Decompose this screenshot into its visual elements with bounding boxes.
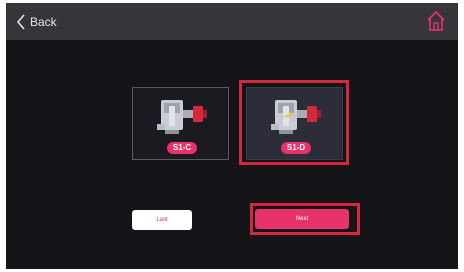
option-label-s1-c: S1-C — [167, 142, 197, 154]
last-button[interactable]: Last — [132, 210, 192, 230]
key-machine-s1-d-image — [269, 94, 325, 143]
home-icon — [426, 10, 446, 32]
home-button[interactable] — [426, 10, 446, 32]
app-screen: Back S1-C S1-D Last Next — [6, 3, 458, 269]
option-card-s1-c[interactable]: S1-C — [132, 87, 229, 160]
chevron-left-icon — [16, 14, 26, 30]
top-bar: Back — [6, 3, 458, 40]
next-button[interactable]: Next — [255, 209, 349, 229]
key-machine-s1-c-image — [155, 94, 211, 143]
option-card-s1-d[interactable]: S1-D — [246, 87, 343, 160]
back-button[interactable]: Back — [16, 11, 57, 33]
option-label-s1-d: S1-D — [281, 142, 311, 154]
back-label: Back — [30, 15, 57, 29]
